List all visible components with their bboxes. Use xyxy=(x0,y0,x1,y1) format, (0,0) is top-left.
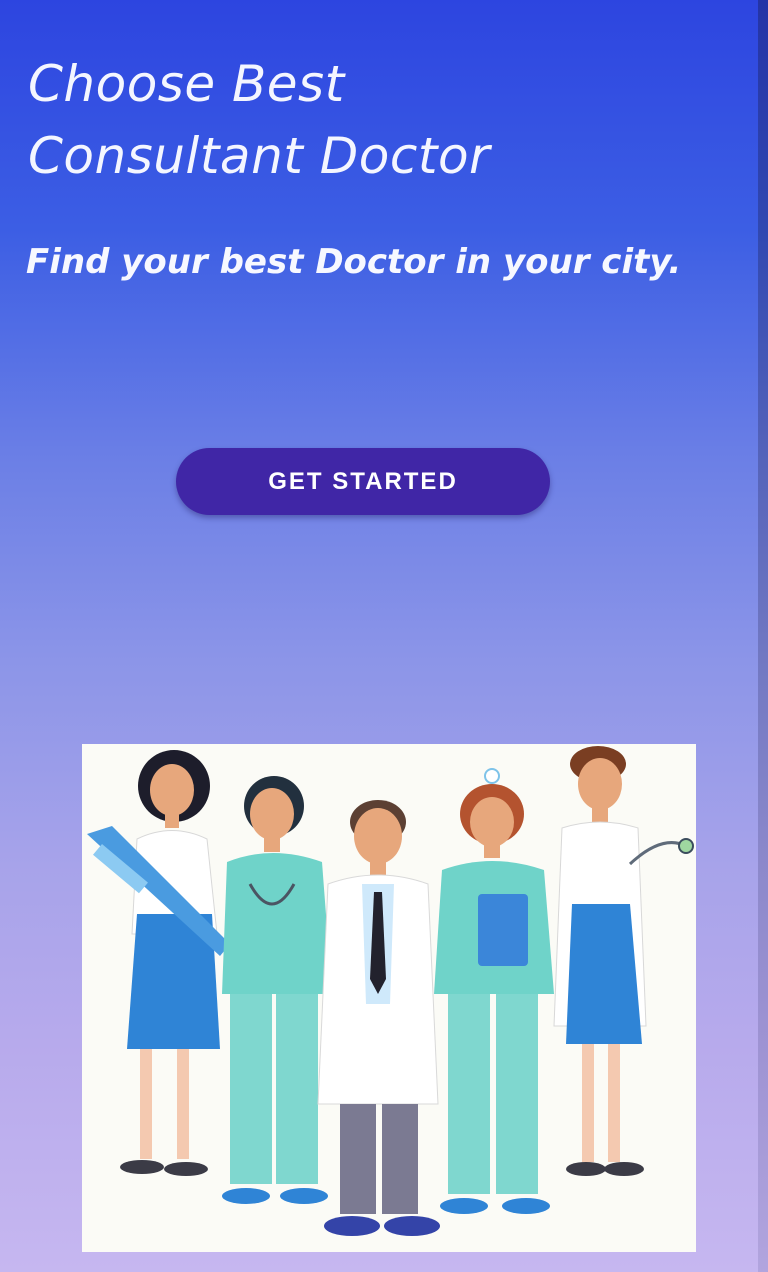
doctor-man-tie-figure xyxy=(317,800,440,1236)
title-line-1: Choose Best xyxy=(28,55,345,113)
medical-team-illustration xyxy=(82,744,696,1252)
nurse-cap-clipboard-figure xyxy=(434,768,554,1214)
nurse-teal-scrubs-figure xyxy=(222,776,332,1204)
page-title: Choose Best Consultant Doctor xyxy=(28,48,668,192)
screen-edge xyxy=(758,0,768,1272)
onboarding-screen: Choose Best Consultant Doctor Find your … xyxy=(0,0,768,1272)
doctor-woman-clipboard-figure xyxy=(87,750,230,1176)
get-started-button[interactable]: GET STARTED xyxy=(176,448,550,515)
page-subtitle: Find your best Doctor in your city. xyxy=(26,242,682,282)
title-line-2: Consultant Doctor xyxy=(28,127,491,185)
doctor-woman-stethoscope-figure xyxy=(553,746,694,1176)
